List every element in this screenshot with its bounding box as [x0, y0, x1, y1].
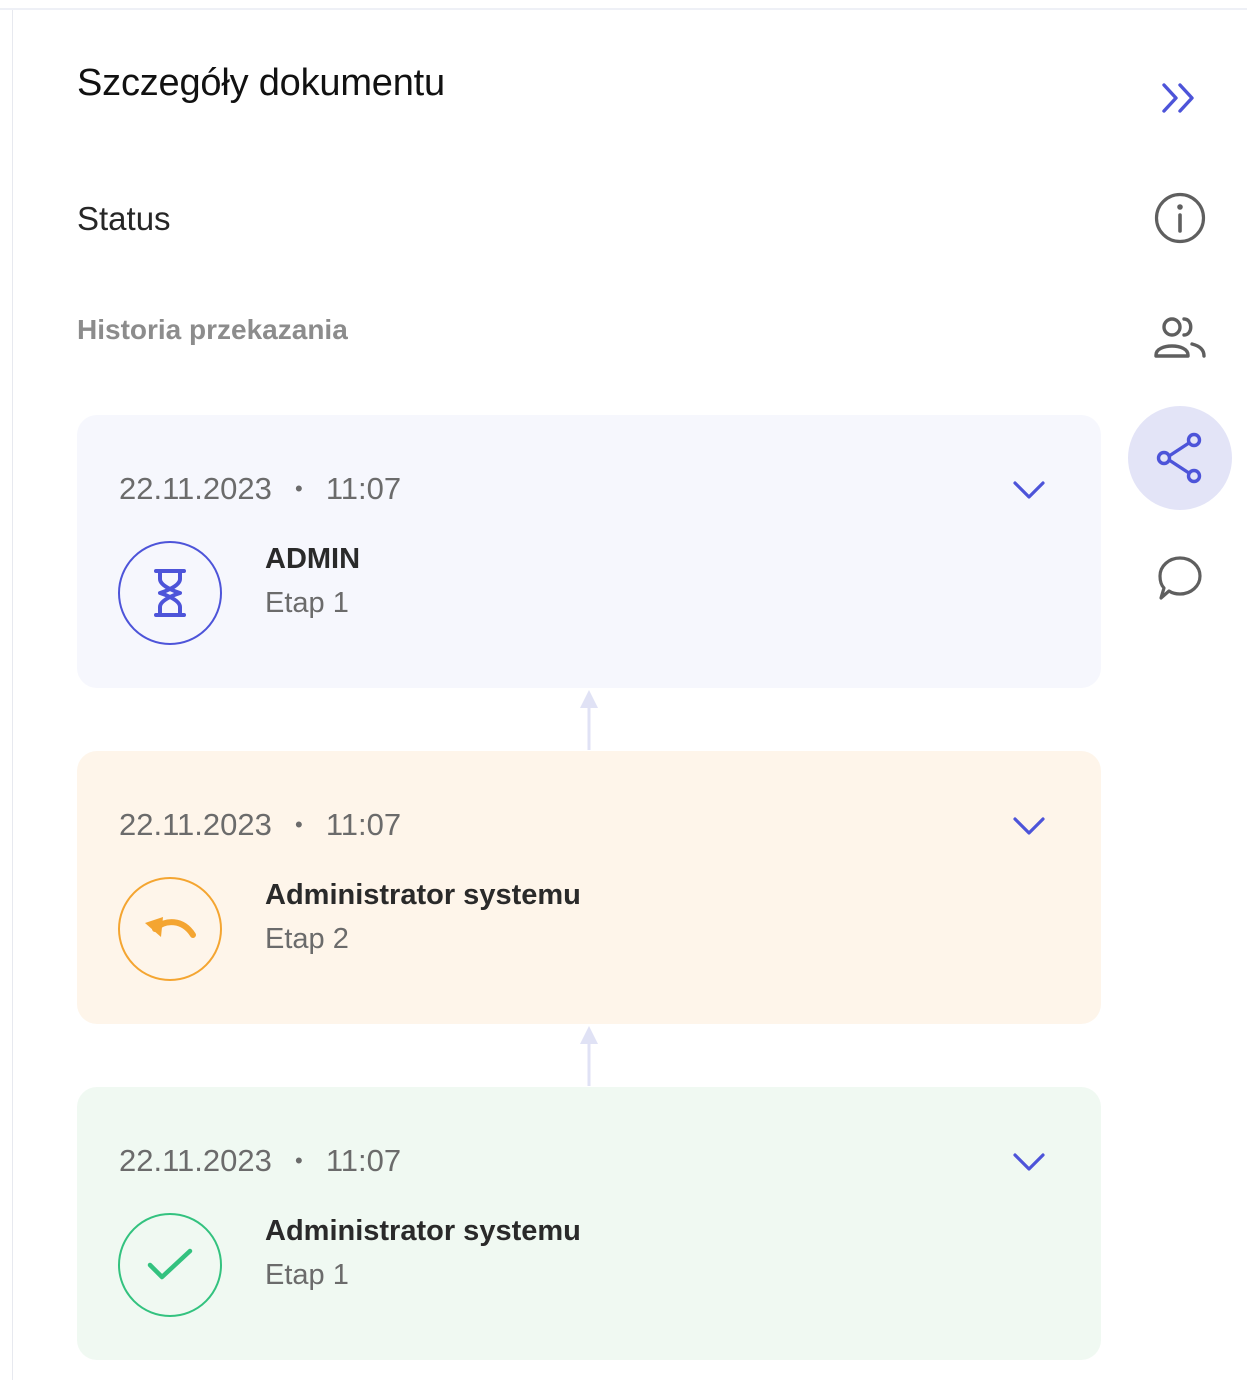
- users-icon: [1154, 317, 1206, 358]
- share-history-button[interactable]: [1128, 406, 1232, 510]
- chevron-down-icon: [1013, 1153, 1045, 1171]
- comments-button[interactable]: [1128, 526, 1232, 630]
- datetime-separator: •: [295, 1148, 303, 1173]
- hourglass-icon: [154, 569, 186, 617]
- history-datetime: 22.11.2023 • 11:07: [119, 471, 401, 507]
- info-button[interactable]: [1128, 166, 1232, 270]
- history-time: 11:07: [325, 1143, 402, 1178]
- comment-icon: [1158, 556, 1202, 600]
- share-icon: [1156, 432, 1202, 484]
- check-icon: [147, 1248, 193, 1280]
- expand-chevron-button[interactable]: [1009, 1147, 1049, 1177]
- history-card: 22.11.2023 • 11:07 Administrator systemu E…: [77, 751, 1101, 1024]
- history-time: 11:07: [325, 807, 402, 842]
- history-stage: Etap 1: [265, 587, 349, 619]
- status-indicator: [118, 1213, 222, 1317]
- return-arrow-icon: [145, 917, 196, 938]
- collapse-panel-button[interactable]: [1128, 46, 1232, 150]
- info-icon: [1154, 192, 1206, 244]
- chevron-down-icon: [1013, 817, 1045, 835]
- datetime-separator: •: [295, 812, 303, 837]
- history-stage: Etap 1: [265, 1259, 349, 1291]
- status-indicator: [118, 877, 222, 981]
- left-border: [12, 10, 13, 1380]
- history-stage: Etap 2: [265, 923, 349, 955]
- timeline-connector-arrow: [580, 1026, 598, 1086]
- history-user-name: Administrator systemu: [265, 879, 581, 911]
- datetime-separator: •: [295, 476, 303, 501]
- top-border: [0, 8, 1247, 10]
- history-section-label: Historia przekazania: [77, 314, 348, 345]
- history-date: 22.11.2023: [119, 807, 272, 842]
- status-indicator: [118, 541, 222, 645]
- history-user-name: Administrator systemu: [265, 1215, 581, 1247]
- double-chevron-right-icon: [1162, 83, 1194, 113]
- panel-title: Szczegóły dokumentu: [77, 62, 445, 104]
- history-time: 11:07: [325, 471, 402, 506]
- timeline-connector-arrow: [580, 690, 598, 750]
- history-date: 22.11.2023: [119, 471, 272, 506]
- history-datetime: 22.11.2023 • 11:07: [119, 807, 401, 843]
- chevron-down-icon: [1013, 481, 1045, 499]
- history-card: 22.11.2023 • 11:07 Administrator systemu E…: [77, 1087, 1101, 1360]
- history-date: 22.11.2023: [119, 1143, 272, 1178]
- history-user-name: ADMIN: [265, 543, 361, 575]
- expand-chevron-button[interactable]: [1009, 475, 1049, 505]
- history-card: 22.11.2023 • 11:07 ADMIN Etap 1: [77, 415, 1101, 688]
- participants-button[interactable]: [1128, 286, 1232, 390]
- history-datetime: 22.11.2023 • 11:07: [119, 1143, 401, 1179]
- expand-chevron-button[interactable]: [1009, 811, 1049, 841]
- status-section-label: Status: [77, 200, 171, 237]
